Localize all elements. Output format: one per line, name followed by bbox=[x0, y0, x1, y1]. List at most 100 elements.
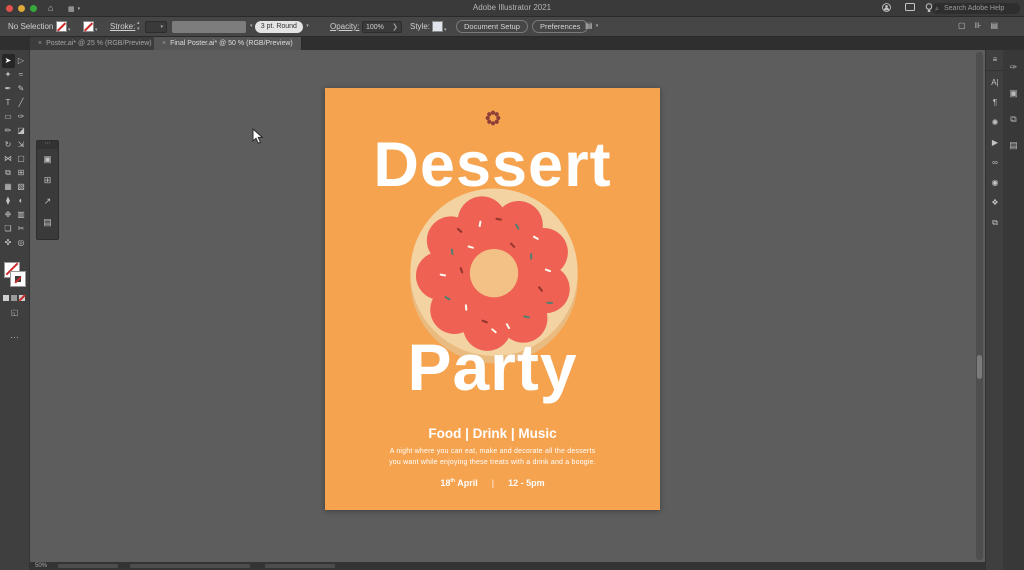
poster-time: 12 - 5pm bbox=[508, 478, 545, 488]
style-swatch-control[interactable]: ▾ bbox=[432, 21, 447, 34]
fill-none-swatch bbox=[56, 21, 67, 32]
slice-tool-icon[interactable]: ✂ bbox=[15, 222, 28, 236]
perspective-grid-tool-icon[interactable]: ⊞ bbox=[15, 166, 28, 180]
eraser-tool-icon[interactable]: ◪ bbox=[15, 124, 28, 138]
line-segment-tool-icon[interactable]: ╱ bbox=[15, 96, 28, 110]
scrollbar-thumb[interactable] bbox=[977, 355, 982, 379]
blend-tool-icon[interactable]: ◐ bbox=[15, 194, 28, 208]
preferences-button[interactable]: Preferences bbox=[532, 20, 588, 33]
stroke-panel-link[interactable]: Stroke: bbox=[110, 22, 135, 31]
document-setup-button[interactable]: Document Setup bbox=[456, 20, 528, 33]
curvature-tool-icon[interactable]: ✎ bbox=[15, 82, 28, 96]
rectangle-tool-icon[interactable]: ▭ bbox=[2, 110, 15, 124]
poster-tagline: Food | Drink | Music bbox=[325, 426, 660, 441]
scale-tool-icon[interactable]: ⇲ bbox=[15, 138, 28, 152]
pen-tool-icon[interactable]: ✒ bbox=[2, 82, 15, 96]
transform-panel-icon[interactable]: ⊞ bbox=[37, 170, 58, 191]
paragraph-panel-icon[interactable]: ¶ bbox=[986, 93, 1004, 113]
tab-close-icon[interactable]: × bbox=[38, 40, 42, 47]
variable-width-profile[interactable] bbox=[172, 21, 246, 33]
arrange-documents-icon[interactable]: ⊪ bbox=[975, 21, 982, 30]
selection-tool-icon[interactable]: ➤ bbox=[2, 54, 15, 68]
artboard-tool-icon[interactable]: ❏ bbox=[2, 222, 15, 236]
account-icon[interactable] bbox=[882, 3, 891, 14]
poster-description-line1: A night where you can eat, make and deco… bbox=[325, 448, 660, 455]
rotate-tool-icon[interactable]: ↻ bbox=[2, 138, 15, 152]
gradient-tool-icon[interactable]: ▧ bbox=[15, 180, 28, 194]
zoom-tool-icon[interactable]: ◎ bbox=[15, 236, 28, 250]
layers-mini-panel-icon[interactable]: ▤ bbox=[37, 212, 58, 233]
eyedropper-tool-icon[interactable]: ⧫ bbox=[2, 194, 15, 208]
column-graph-tool-icon[interactable]: ▥ bbox=[15, 208, 28, 222]
lasso-tool-icon[interactable]: ≈ bbox=[15, 68, 28, 82]
width-tool-icon[interactable]: ⋈ bbox=[2, 152, 15, 166]
brush-definition[interactable]: ▾ 3 pt. Round ▾ bbox=[249, 21, 309, 33]
tab-label: Poster.ai* @ 25 % (RGB/Preview) bbox=[46, 40, 152, 47]
arrange-window-icon[interactable] bbox=[905, 3, 915, 13]
pathfinder-panel-icon[interactable]: ⧉ bbox=[1003, 106, 1024, 132]
character-panel-icon[interactable]: A| bbox=[986, 73, 1004, 93]
opacity-dropdown[interactable]: 100%❯ bbox=[362, 21, 402, 33]
fill-color-control[interactable]: ▾ bbox=[56, 21, 71, 34]
window-title: Adobe Illustrator 2021 bbox=[0, 3, 1024, 12]
tab-poster[interactable]: × Poster.ai* @ 25 % (RGB/Preview) bbox=[30, 37, 161, 50]
status-bar: 50% bbox=[30, 562, 985, 570]
tab-close-icon[interactable]: × bbox=[162, 40, 166, 47]
color-panel-icon[interactable]: ◉ bbox=[986, 173, 1004, 193]
zoom-level[interactable]: 50% bbox=[35, 562, 47, 570]
shape-builder-tool-icon[interactable]: ⧉ bbox=[2, 166, 15, 180]
export-panel-icon[interactable]: ↗ bbox=[37, 191, 58, 212]
stroke-color-control[interactable]: ▾ bbox=[83, 21, 98, 34]
poster-date-row: 18th April | 12 - 5pm bbox=[325, 478, 660, 488]
color-mode-buttons bbox=[3, 295, 27, 301]
shaper-tool-icon[interactable]: ✏ bbox=[2, 124, 15, 138]
actions-panel-icon[interactable]: ▶ bbox=[986, 133, 1004, 153]
gradient-panel-icon[interactable]: ❖ bbox=[986, 193, 1004, 213]
libraries-icon[interactable]: ▤ bbox=[991, 21, 999, 30]
selection-status: No Selection bbox=[8, 22, 53, 31]
properties-panel-icon[interactable]: ✺ bbox=[986, 113, 1004, 133]
poster-artboard[interactable]: Dessert Party Food | Drink | Music A nig… bbox=[325, 88, 660, 510]
fill-stroke-indicator[interactable] bbox=[4, 262, 26, 288]
layers-panel-icon[interactable]: ▤ bbox=[1003, 132, 1024, 158]
edit-toolbar-icon[interactable]: … bbox=[0, 330, 29, 340]
mesh-tool-icon[interactable]: ▦ bbox=[2, 180, 15, 194]
artboards-panel-icon[interactable]: ⧉ bbox=[986, 213, 1004, 233]
magic-wand-tool-icon[interactable]: ✦ bbox=[2, 68, 15, 82]
brush-settings-icon[interactable]: ▤ ▾ bbox=[585, 21, 598, 30]
search-input[interactable]: ⌕ Search Adobe Help bbox=[932, 3, 1020, 14]
none-icon bbox=[19, 294, 26, 301]
symbol-sprayer-tool-icon[interactable]: ❉ bbox=[2, 208, 15, 222]
tab-final-poster[interactable]: ×Final Poster.ai* @ 50 % (RGB/Preview) bbox=[154, 37, 302, 50]
artboard-panel-icon[interactable]: ▣ bbox=[37, 149, 58, 170]
style-swatch bbox=[432, 21, 443, 32]
panel-menu-icon[interactable]: ≡ bbox=[986, 50, 1004, 71]
type-tool-icon[interactable]: T bbox=[2, 96, 15, 110]
stroke-width-dropdown[interactable]: ▾ bbox=[145, 21, 167, 33]
paintbrush-tool-icon[interactable]: ✑ bbox=[15, 110, 28, 124]
mini-panel-header[interactable]: ⋯ bbox=[37, 141, 58, 149]
hand-tool-icon[interactable]: ✜ bbox=[2, 236, 15, 250]
color-button[interactable] bbox=[3, 295, 9, 301]
poster-date: 18th April bbox=[440, 478, 477, 488]
statusbar-text-blur bbox=[130, 564, 250, 568]
none-button[interactable] bbox=[19, 295, 25, 301]
vertical-scrollbar[interactable] bbox=[976, 52, 983, 560]
gradient-button[interactable] bbox=[11, 295, 17, 301]
color-swatch-panel-icon[interactable]: ▣ bbox=[1003, 80, 1024, 106]
libraries-panel-icon[interactable]: ✑ bbox=[1003, 54, 1024, 80]
toolbox: ➤▷✦≈✒✎T╱▭✑✏◪↻⇲⋈▢⧉⊞▦▧⧫◐❉▥❏✂✜◎ ◱ … bbox=[0, 50, 30, 570]
grid-icon[interactable]: ▢ bbox=[958, 21, 966, 30]
opacity-link[interactable]: Opacity: bbox=[330, 22, 359, 31]
poster-heading-top: Dessert bbox=[325, 134, 660, 197]
direct-selection-tool-icon[interactable]: ▷ bbox=[15, 54, 28, 68]
links-panel-icon[interactable]: ∞ bbox=[986, 153, 1004, 173]
brush-preset-pill[interactable]: 3 pt. Round bbox=[255, 21, 303, 33]
stroke-swatch[interactable] bbox=[11, 272, 25, 286]
free-transform-tool-icon[interactable]: ▢ bbox=[15, 152, 28, 166]
search-icon: ⌕ bbox=[935, 4, 939, 15]
drawing-modes-icon[interactable]: ◱ bbox=[0, 308, 29, 317]
stroke-width-stepper[interactable]: ▴▾ bbox=[137, 20, 140, 32]
none-stroke-icon bbox=[14, 276, 21, 283]
mini-panel: ⋯ ▣⊞↗▤ bbox=[36, 140, 59, 240]
